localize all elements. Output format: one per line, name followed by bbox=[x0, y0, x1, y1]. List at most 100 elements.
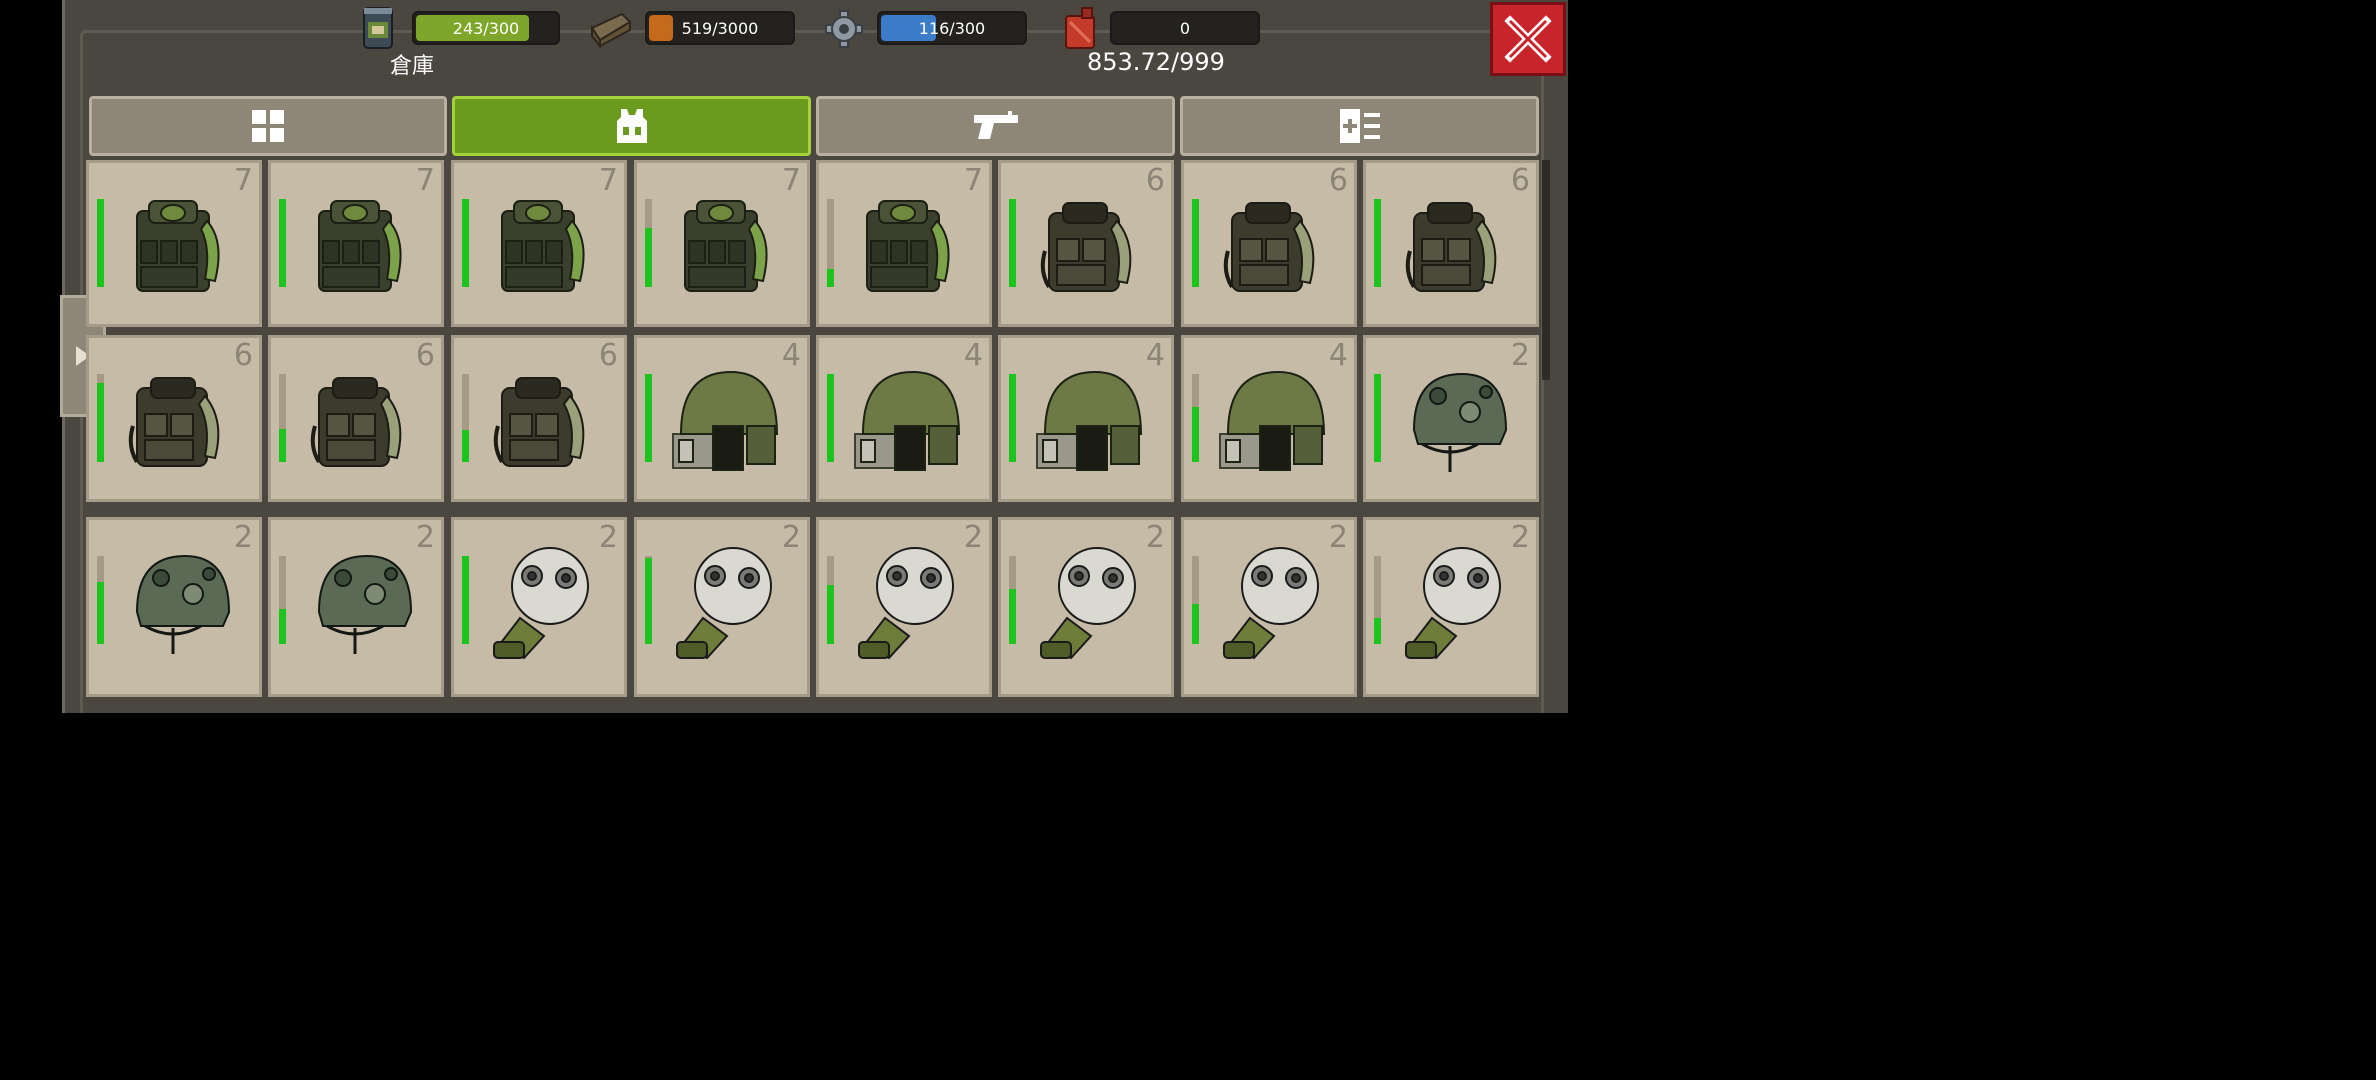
inventory-item-vest[interactable]: 7 bbox=[451, 160, 627, 327]
inventory-item-backpack-vest[interactable]: 6 bbox=[268, 335, 444, 502]
inventory-item-vest[interactable]: 7 bbox=[86, 160, 262, 327]
durability-fill bbox=[462, 199, 469, 287]
inventory-item-gas-mask[interactable]: 2 bbox=[816, 517, 992, 697]
durability-bar bbox=[97, 199, 104, 287]
durability-fill bbox=[1192, 604, 1199, 644]
visor-helmet-icon bbox=[1036, 370, 1143, 471]
backpack-vest-icon bbox=[128, 377, 220, 467]
backpack-vest-icon bbox=[1405, 202, 1497, 292]
camo-helmet-icon bbox=[317, 554, 413, 654]
inventory-item-vest[interactable]: 7 bbox=[268, 160, 444, 327]
tab-armor[interactable] bbox=[452, 96, 811, 156]
durability-fill bbox=[97, 582, 104, 644]
durability-fill bbox=[1374, 199, 1381, 287]
inventory-item-vest[interactable]: 7 bbox=[816, 160, 992, 327]
inventory-item-camo-helmet[interactable]: 2 bbox=[268, 517, 444, 697]
backpack-vest-icon bbox=[1223, 202, 1315, 292]
food-value: 243/300 bbox=[452, 18, 520, 38]
medkit-list-icon bbox=[1339, 109, 1380, 143]
armor-vest-icon bbox=[616, 109, 647, 143]
parts-value: 116/300 bbox=[918, 18, 986, 38]
durability-fill bbox=[462, 430, 469, 462]
tab-all[interactable] bbox=[89, 96, 447, 156]
inventory-item-backpack-vest[interactable]: 6 bbox=[86, 335, 262, 502]
durability-fill bbox=[827, 374, 834, 462]
gas-mask-icon bbox=[858, 547, 954, 660]
inventory-item-gas-mask[interactable]: 2 bbox=[1181, 517, 1357, 697]
durability-bar bbox=[645, 374, 652, 462]
vest-icon bbox=[866, 200, 950, 292]
fuel-can-icon bbox=[1065, 7, 1095, 49]
durability-fill bbox=[1009, 589, 1016, 644]
vest-icon bbox=[136, 200, 220, 292]
durability-fill bbox=[827, 269, 834, 287]
wood-log-icon bbox=[590, 12, 632, 48]
inventory-item-vest[interactable]: 7 bbox=[634, 160, 810, 327]
gas-mask-icon bbox=[676, 547, 772, 660]
pistol-icon bbox=[973, 111, 1018, 139]
durability-fill bbox=[279, 428, 286, 462]
visor-helmet-icon bbox=[672, 370, 779, 471]
durability-bar bbox=[462, 199, 469, 287]
durability-bar bbox=[279, 374, 286, 462]
durability-bar bbox=[1192, 199, 1199, 287]
durability-fill bbox=[1192, 407, 1199, 462]
durability-bar bbox=[462, 556, 469, 644]
close-button[interactable] bbox=[1490, 2, 1566, 76]
inventory-item-gas-mask[interactable]: 2 bbox=[998, 517, 1174, 697]
inventory-item-camo-helmet[interactable]: 2 bbox=[1363, 335, 1539, 502]
durability-fill bbox=[1192, 199, 1199, 287]
inventory-item-backpack-vest[interactable]: 6 bbox=[1181, 160, 1357, 327]
durability-bar bbox=[827, 374, 834, 462]
camo-helmet-icon bbox=[135, 554, 231, 654]
camo-helmet-icon bbox=[1412, 372, 1508, 472]
storage-label: 倉庫 bbox=[390, 54, 435, 79]
scrollbar[interactable] bbox=[1542, 160, 1550, 380]
durability-bar bbox=[1192, 374, 1199, 462]
durability-fill bbox=[645, 374, 652, 462]
gas-mask-icon bbox=[1223, 547, 1319, 660]
durability-fill bbox=[1374, 617, 1381, 644]
durability-fill bbox=[1009, 374, 1016, 462]
inventory-item-visor-helmet[interactable]: 4 bbox=[634, 335, 810, 502]
visor-helmet-icon bbox=[854, 370, 961, 471]
durability-bar bbox=[97, 556, 104, 644]
durability-bar bbox=[1374, 374, 1381, 462]
inventory-item-gas-mask[interactable]: 2 bbox=[634, 517, 810, 697]
inventory-item-backpack-vest[interactable]: 6 bbox=[451, 335, 627, 502]
durability-bar bbox=[645, 556, 652, 644]
durability-fill bbox=[827, 585, 834, 644]
inventory-item-gas-mask[interactable]: 2 bbox=[451, 517, 627, 697]
durability-bar bbox=[462, 374, 469, 462]
tab-misc[interactable] bbox=[1180, 96, 1539, 156]
durability-fill bbox=[645, 557, 652, 644]
durability-fill bbox=[645, 228, 652, 287]
inventory-item-backpack-vest[interactable]: 6 bbox=[1363, 160, 1539, 327]
durability-bar bbox=[645, 199, 652, 287]
inventory-item-camo-helmet[interactable]: 2 bbox=[86, 517, 262, 697]
durability-fill bbox=[1374, 374, 1381, 462]
durability-fill bbox=[1009, 199, 1016, 287]
inventory-item-backpack-vest[interactable]: 6 bbox=[998, 160, 1174, 327]
visor-helmet-icon bbox=[1219, 370, 1326, 471]
durability-bar bbox=[827, 556, 834, 644]
vest-icon bbox=[318, 200, 402, 292]
durability-fill bbox=[97, 199, 104, 287]
durability-fill bbox=[462, 556, 469, 644]
tab-weapons[interactable] bbox=[816, 96, 1175, 156]
fuel-value: 0 bbox=[1179, 18, 1191, 38]
durability-fill bbox=[279, 199, 286, 287]
gas-mask-icon bbox=[493, 547, 589, 660]
durability-fill bbox=[279, 608, 286, 644]
durability-bar bbox=[1009, 374, 1016, 462]
inventory-item-visor-helmet[interactable]: 4 bbox=[998, 335, 1174, 502]
durability-bar bbox=[279, 199, 286, 287]
gear-icon bbox=[825, 10, 863, 48]
close-icon bbox=[1504, 15, 1552, 63]
inventory-item-gas-mask[interactable]: 2 bbox=[1363, 517, 1539, 697]
inventory-item-visor-helmet[interactable]: 4 bbox=[816, 335, 992, 502]
durability-bar bbox=[97, 374, 104, 462]
durability-bar bbox=[1009, 556, 1016, 644]
canned-food-icon bbox=[363, 7, 393, 49]
inventory-item-visor-helmet[interactable]: 4 bbox=[1181, 335, 1357, 502]
